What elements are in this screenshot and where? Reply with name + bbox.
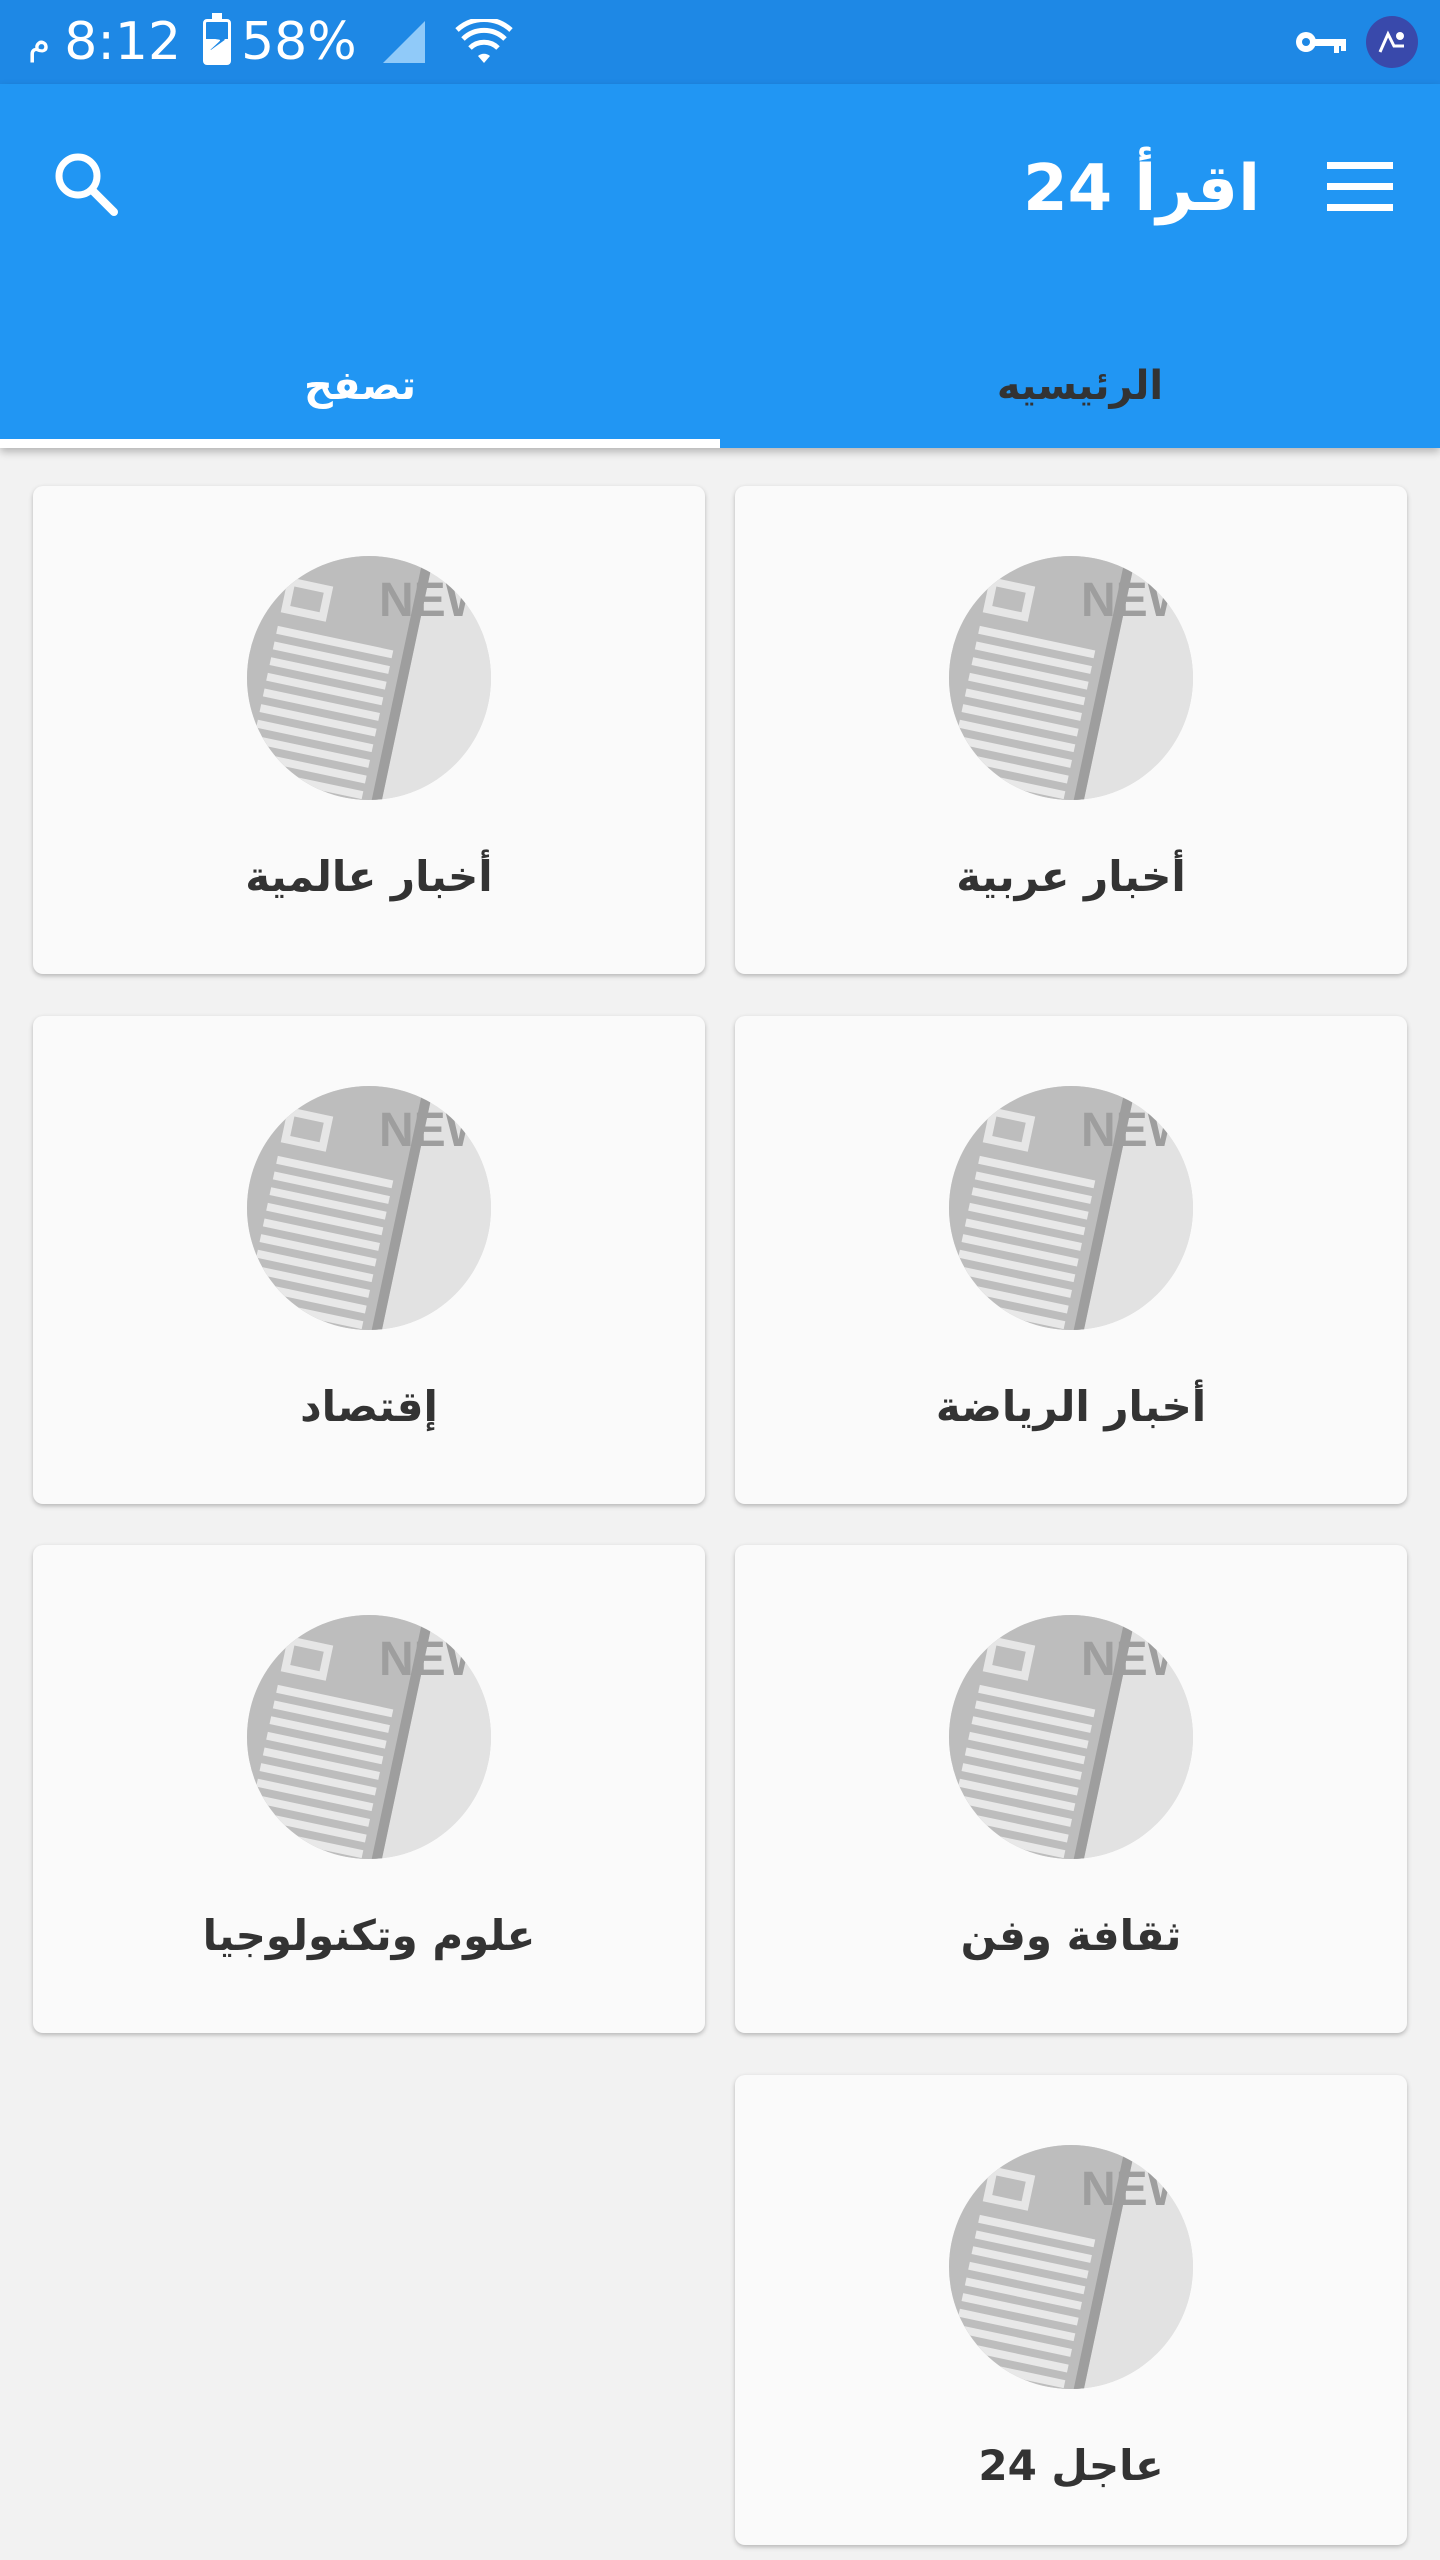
news-thumbnail: NEW [949, 2145, 1193, 2389]
status-ampm: م [28, 21, 51, 63]
category-label: أخبار عربية [956, 852, 1186, 901]
tab-home[interactable]: الرئيسيه [720, 324, 1440, 448]
newspaper-icon: NEW [949, 1615, 1193, 1859]
category-card-science-tech[interactable]: NEW علوم وتكنولوجيا [33, 1545, 705, 2033]
battery-charging-icon: ⚡ [203, 13, 232, 65]
newspaper-icon: NEW [949, 2145, 1193, 2389]
menu-icon [1327, 162, 1393, 211]
news-thumbnail: NEW [247, 1615, 491, 1859]
category-label: أخبار عالمية [245, 852, 493, 901]
search-button[interactable] [42, 140, 128, 226]
thumbnail-new-text: NEW [379, 1633, 491, 1686]
signal-icon [382, 21, 425, 63]
search-icon [55, 153, 118, 216]
app-title: اقرأ 24 [1023, 152, 1260, 226]
app-bar: اقرأ 24 تصفح الرئيسيه [0, 84, 1440, 448]
news-thumbnail: NEW [247, 556, 491, 800]
avatar-figure-icon [1378, 30, 1404, 53]
news-thumbnail: NEW [949, 1615, 1193, 1859]
news-thumbnail: NEW [949, 1086, 1193, 1330]
thumbnail-new-text: NEW [1081, 2163, 1193, 2216]
newspaper-icon: NEW [949, 1086, 1193, 1330]
tab-bar: تصفح الرئيسيه [0, 324, 1440, 448]
news-thumbnail: NEW [247, 1086, 491, 1330]
category-label: إقتصاد [300, 1382, 438, 1431]
battery-percent: 58% [241, 12, 357, 72]
newspaper-icon: NEW [247, 1086, 491, 1330]
tab-browse[interactable]: تصفح [0, 324, 720, 448]
news-thumbnail: NEW [949, 556, 1193, 800]
tab-browse-label: تصفح [303, 363, 417, 409]
vpn-key-icon [1296, 32, 1346, 53]
category-card-economy[interactable]: NEW إقتصاد [33, 1016, 705, 1504]
category-card-culture-art[interactable]: NEW ثقافة وفن [735, 1545, 1407, 2033]
category-label: ثقافة وفن [960, 1911, 1182, 1960]
thumbnail-new-text: NEW [1081, 1633, 1193, 1686]
category-label: أخبار الرياضة [935, 1382, 1207, 1431]
wifi-icon [454, 19, 513, 63]
thumbnail-new-text: NEW [379, 574, 491, 627]
status-right [1294, 14, 1418, 70]
category-card-world-news[interactable]: NEW أخبار عالمية [33, 486, 705, 974]
newspaper-icon: NEW [247, 556, 491, 800]
thumbnail-new-text: NEW [1081, 1104, 1193, 1157]
tab-home-label: الرئيسيه [996, 363, 1164, 409]
category-grid: NEW أخبار عربية NEW أخبار عالمية NEW أخب… [0, 448, 1440, 2560]
newspaper-icon: NEW [949, 556, 1193, 800]
thumbnail-new-text: NEW [1081, 574, 1193, 627]
category-label: عاجل 24 [978, 2441, 1164, 2490]
thumbnail-new-text: NEW [379, 1104, 491, 1157]
tab-indicator [0, 439, 720, 448]
category-card-breaking-24[interactable]: NEW عاجل 24 [735, 2075, 1407, 2545]
status-time: 8:12 [64, 12, 182, 72]
menu-button[interactable] [1320, 146, 1400, 226]
notification-avatar-icon [1366, 16, 1418, 68]
status-bar: م 8:12 ⚡ 58% [0, 0, 1440, 84]
category-card-arab-news[interactable]: NEW أخبار عربية [735, 486, 1407, 974]
newspaper-icon: NEW [247, 1615, 491, 1859]
category-card-sports-news[interactable]: NEW أخبار الرياضة [735, 1016, 1407, 1504]
category-label: علوم وتكنولوجيا [202, 1911, 536, 1960]
status-left: م 8:12 ⚡ 58% [28, 10, 513, 74]
